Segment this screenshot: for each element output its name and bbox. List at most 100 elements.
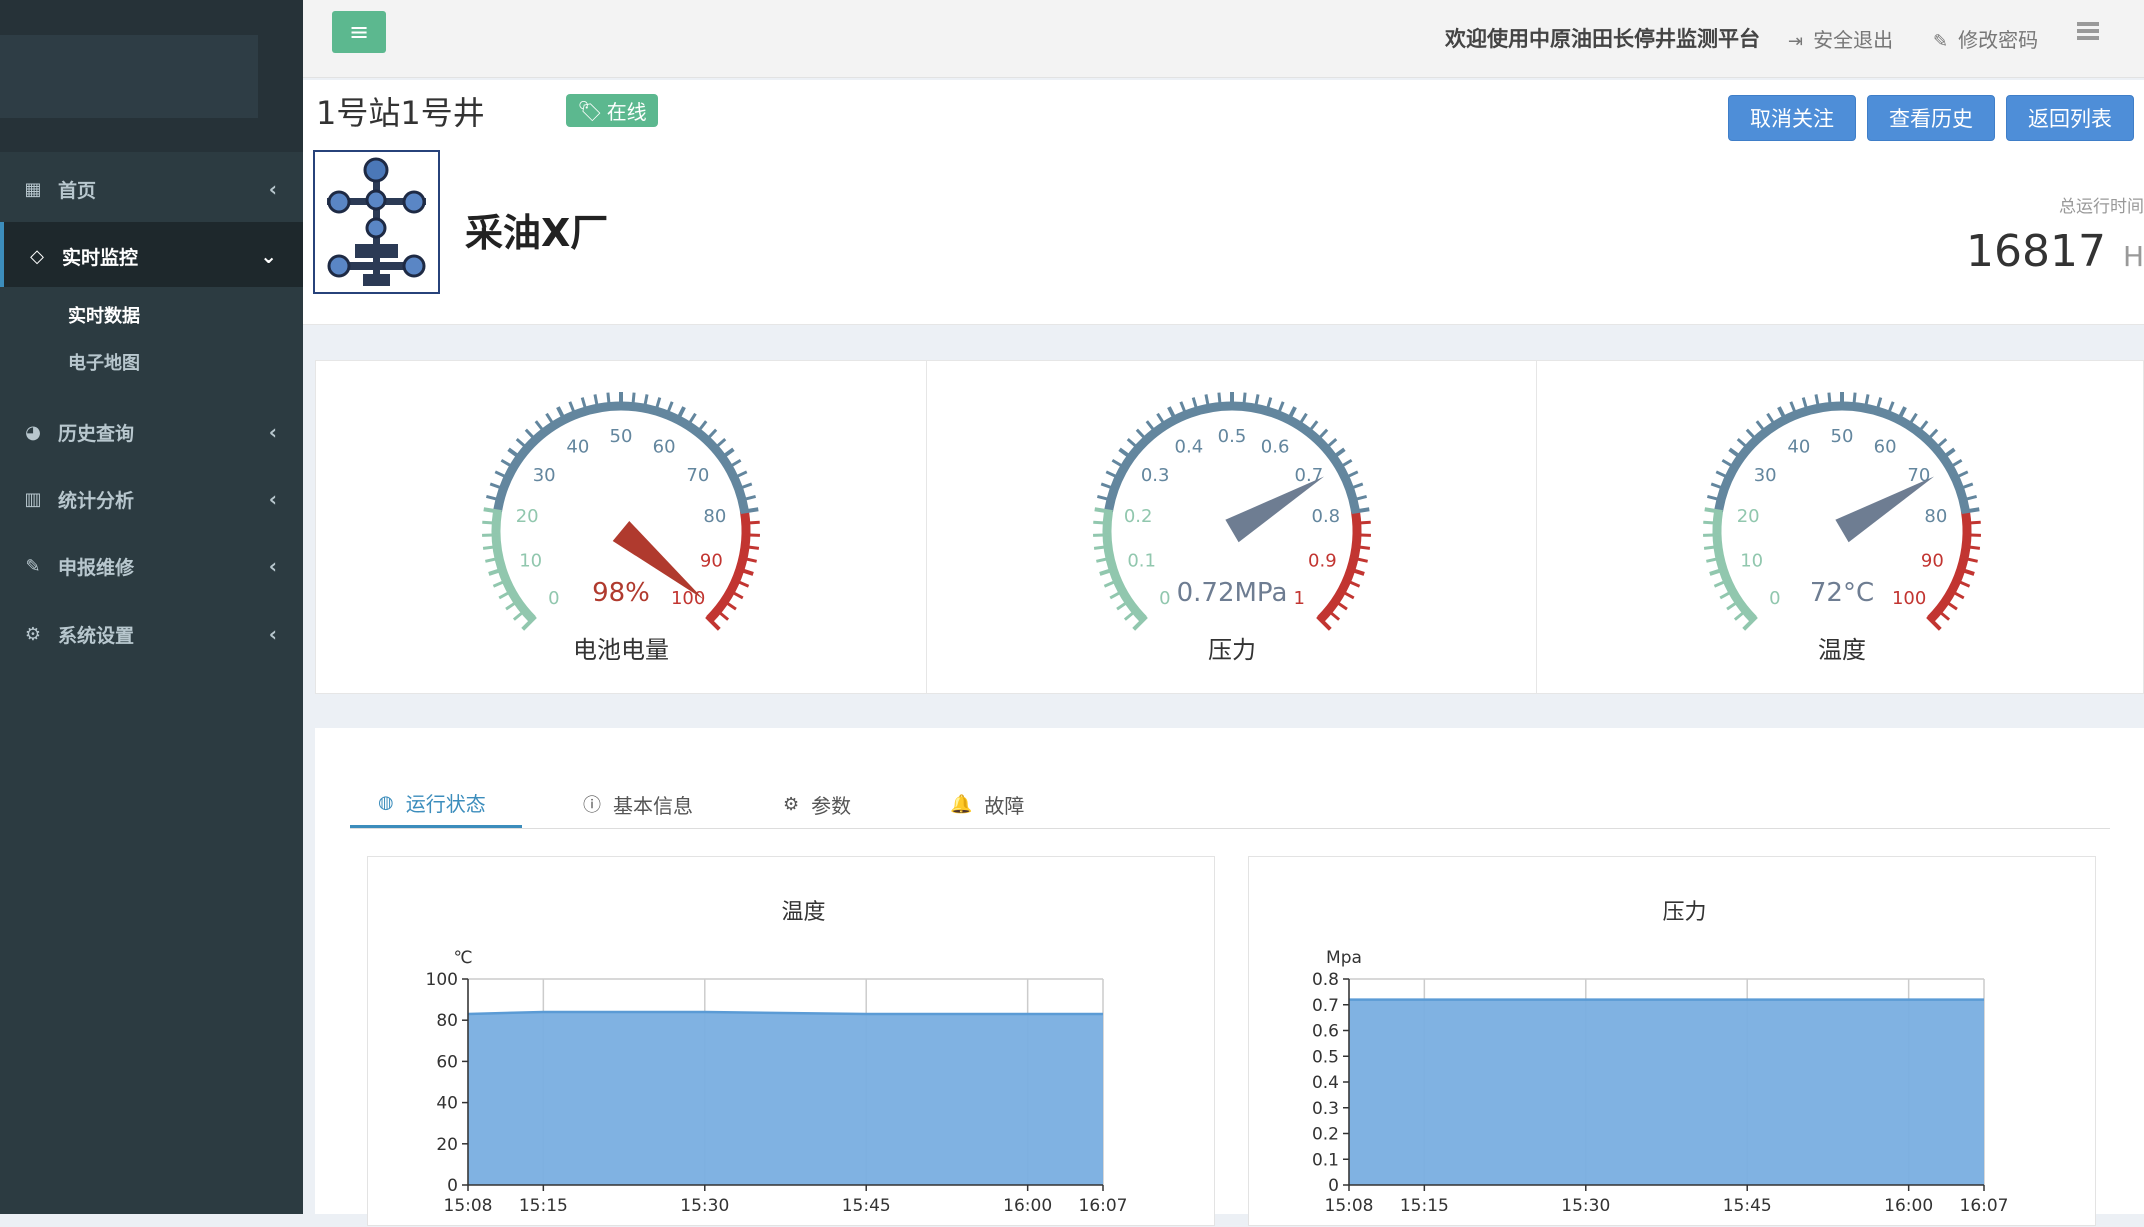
chart-y-tick-label: 20 (436, 1135, 458, 1155)
tab-basic-info[interactable]: ⓘ 基本信息 (583, 780, 693, 828)
chart-y-tick-label: 60 (436, 1052, 458, 1072)
gauge-tick-label: 40 (566, 436, 589, 457)
gauge-tick-label: 20 (516, 506, 539, 527)
logout-link[interactable]: ⇥ 安全退出 (1788, 24, 1893, 53)
pie-chart-icon: ◕ (25, 421, 41, 443)
chart-y-tick-label: 0.2 (1312, 1125, 1339, 1145)
sidebar-logo-area (0, 0, 303, 152)
chart-y-tick-label: 0.6 (1312, 1022, 1339, 1042)
tab-faults[interactable]: 🔔 故障 (950, 780, 1024, 828)
gears-icon: ⚙ (783, 793, 800, 815)
gauge-tick-label: 30 (1754, 465, 1777, 486)
sidebar-item-settings[interactable]: ⚙ 系统设置 ‹ (0, 600, 303, 668)
gauge-tick (740, 507, 759, 515)
gauge-tick-label: 80 (1924, 506, 1947, 527)
gauge-tick (1093, 520, 1112, 525)
chart-y-unit: ℃ (453, 948, 472, 968)
change-password-link[interactable]: ✎ 修改密码 (1933, 24, 2038, 53)
gauge-tick (1094, 507, 1113, 515)
temperature-chart-svg: 温度 ℃ 0 20 40 60 80 100 15:08 15:15 15:30 15:45 16:00… (426, 900, 1128, 1216)
gauge-needle (1835, 476, 1935, 543)
back-to-list-button[interactable]: 返回列表 (2006, 95, 2134, 141)
sidebar-toggle-button[interactable]: ≡ (332, 11, 386, 53)
pressure-gauge-chart: 00.1 0.2 0.30.4 0.5 0.60.7 0.8 0.910.72MPa 压力 (1093, 392, 1371, 664)
gauge-tick-label: 0 (548, 588, 559, 609)
gauge-tick (1093, 533, 1112, 537)
gauge-tick-label: 0.5 (1218, 426, 1247, 447)
temperature-gauge: 0 10 20 30 40 50 60 70 80 90 100 72°C 温度 (1536, 361, 2144, 693)
welcome-text: 欢迎使用中原油田长停井监测平台 (1445, 27, 1760, 51)
gauge-tick (1704, 507, 1723, 515)
edit-icon: ✎ (1933, 31, 1949, 52)
gauge-tick (483, 507, 502, 515)
sidebar-item-label: 统计分析 (58, 489, 135, 512)
gauge-tick (1961, 507, 1980, 515)
info-icon: ⓘ (583, 795, 601, 816)
sidebar-subitem-map[interactable]: 电子地图 (68, 349, 140, 375)
chart-y-tick-label: 0 (447, 1176, 458, 1196)
battery-gauge-chart: 0 10 20 30 40 50 60 70 80 90 100 98% 电池电量 (482, 392, 760, 664)
chart-area (468, 1011, 1103, 1185)
chart-y-unit: Mpa (1326, 948, 1362, 968)
gauge-tick-label: 0.4 (1175, 436, 1204, 457)
hamburger-icon: ≡ (348, 18, 370, 46)
gauge-tick (1962, 533, 1981, 537)
sidebar-item-label: 实时监控 (62, 246, 139, 269)
tab-parameters[interactable]: ⚙ 参数 (783, 780, 851, 828)
chart-y-tick-label: 40 (436, 1094, 458, 1114)
runtime-value: 16817 (1966, 226, 2106, 277)
sidebar-item-statistics[interactable]: ▥ 统计分析 ‹ (0, 465, 303, 533)
gauge-tick-label: 90 (700, 550, 723, 571)
gauge-tick-label: 50 (610, 426, 633, 447)
temperature-gauge-chart: 0 10 20 30 40 50 60 70 80 90 100 72°C 温度 (1703, 392, 1981, 664)
view-history-button[interactable]: 查看历史 (1867, 95, 1995, 141)
chevron-left-icon: ‹ (268, 420, 277, 444)
battery-gauge: 0 10 20 30 40 50 60 70 80 90 100 98% 电池电量 (316, 361, 926, 693)
tab-label: 参数 (811, 793, 852, 818)
gauge-value: 98% (592, 578, 650, 608)
runtime-unit: H (2122, 240, 2144, 273)
gauge-tick (1827, 392, 1833, 411)
gauge-tick-label: 50 (1831, 426, 1854, 447)
sidebar-item-repair[interactable]: ✎ 申报维修 ‹ (0, 532, 303, 600)
gauge-tick (606, 392, 612, 411)
sidebar-submenu: 实时数据 电子地图 (0, 287, 303, 399)
menu-list-icon[interactable] (2077, 22, 2099, 42)
chart-title: 压力 (1662, 900, 1706, 925)
gauge-tick-label: 80 (703, 506, 726, 527)
gauge-tick-label: 0.8 (1312, 506, 1341, 527)
gauge-tick (741, 533, 760, 537)
chart-x-tick-label: 15:15 (519, 1196, 568, 1216)
sidebar-item-label: 系统设置 (58, 624, 135, 647)
edit-icon: ✎ (25, 555, 41, 577)
sidebar-item-history[interactable]: ◕ 历史查询 ‹ (0, 398, 303, 466)
gauge-tick-label: 0.1 (1127, 550, 1156, 571)
unfollow-button[interactable]: 取消关注 (1728, 95, 1856, 141)
gauge-tick (1703, 533, 1722, 537)
gauge-tick (1352, 520, 1371, 525)
tab-running-status[interactable]: ◍ 运行状态 (350, 780, 522, 828)
gauge-tick-label: 0.2 (1124, 506, 1153, 527)
chart-y-tick-label: 80 (436, 1011, 458, 1031)
status-label: 在线 (606, 100, 647, 124)
chart-x-tick-label: 15:08 (1325, 1196, 1374, 1216)
chart-y-tick-label: 0.3 (1312, 1099, 1339, 1119)
gauge-name: 电池电量 (573, 636, 669, 664)
chart-y-tick-label: 0.4 (1312, 1073, 1339, 1093)
chart-y-tick-label: 0.8 (1312, 970, 1339, 990)
chart-title: 温度 (781, 900, 825, 925)
tab-label: 基本信息 (613, 793, 693, 818)
sidebar-item-home[interactable]: ▦ 首页 ‹ (0, 155, 303, 223)
sidebar-item-realtime-monitor[interactable]: ◇ 实时监控 ⌄ (0, 222, 303, 290)
chevron-left-icon: ‹ (268, 622, 277, 646)
sidebar-subitem-realtime-data[interactable]: 实时数据 (68, 302, 140, 328)
gauge-tick-label: 20 (1737, 506, 1760, 527)
dashboard-icon: ◍ (378, 792, 394, 813)
gauge-tick-label: 0.7 (1295, 465, 1324, 486)
change-password-label: 修改密码 (1958, 28, 2039, 52)
tab-divider (350, 828, 2110, 829)
chart-y-tick-label: 0.1 (1312, 1150, 1339, 1170)
chart-x-tick-label: 15:45 (1723, 1196, 1772, 1216)
gauge-name: 温度 (1818, 636, 1866, 664)
gauge-tick (1241, 392, 1247, 411)
